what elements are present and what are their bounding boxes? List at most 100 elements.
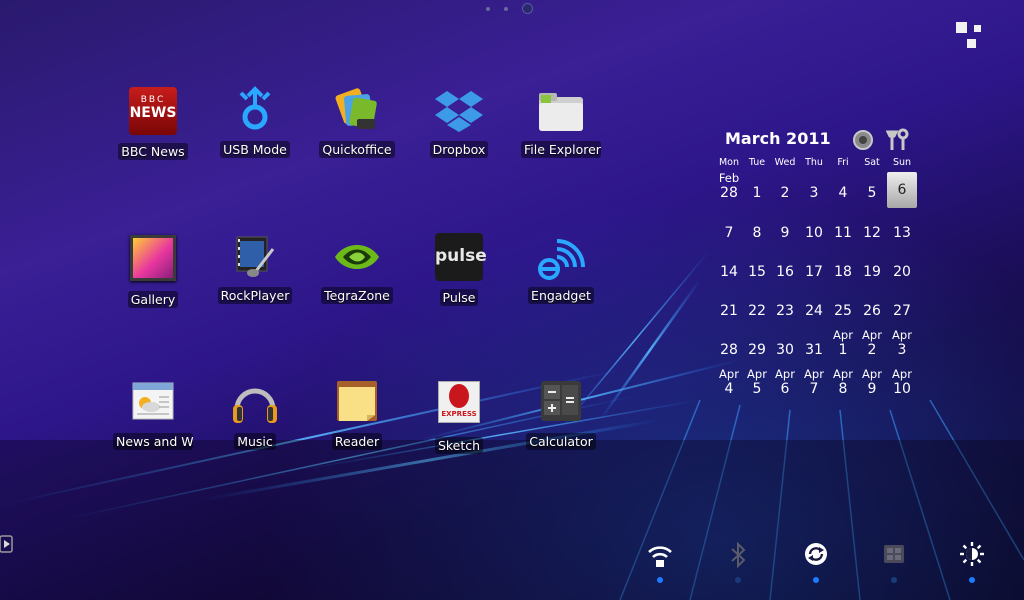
app-quickoffice[interactable]: Quickoffice xyxy=(305,85,409,162)
calendar-day[interactable]: Apr 10 xyxy=(887,368,917,398)
auto-sync-toggle[interactable] xyxy=(802,540,830,586)
calendar-day[interactable]: Apr 8 xyxy=(828,368,858,398)
calendar-day[interactable]: 2 xyxy=(770,185,800,201)
calendar-day[interactable]: 24 xyxy=(799,303,829,319)
page-dot-active[interactable] xyxy=(522,3,533,14)
bluetooth-toggle[interactable] xyxy=(724,540,752,586)
day-number: 1 xyxy=(838,342,848,358)
side-drawer-handle[interactable] xyxy=(0,534,16,554)
app-label: News and Weather xyxy=(113,433,193,450)
calendar-day[interactable]: 25 xyxy=(828,303,858,319)
brightness-icon xyxy=(960,542,984,566)
wifi-toggle[interactable] xyxy=(646,540,674,586)
calendar-day[interactable]: 18 xyxy=(828,264,858,280)
day-number: 2 xyxy=(780,185,790,201)
app-gallery[interactable]: Gallery xyxy=(101,231,205,312)
day-number: 19 xyxy=(863,264,881,280)
app-music[interactable]: Music xyxy=(203,377,307,454)
page-dot[interactable] xyxy=(486,6,490,11)
app-dropbox[interactable]: Dropbox xyxy=(407,85,511,162)
calendar-day[interactable]: 21 xyxy=(714,303,744,319)
bbc-news-icon: BBC NEWS xyxy=(127,87,179,139)
app-engadget[interactable]: Engadget xyxy=(509,231,613,308)
app-file-explorer[interactable]: File Explorer xyxy=(509,85,613,162)
calendar-day[interactable]: 10 xyxy=(799,225,829,241)
calendar-day-today[interactable]: 6 xyxy=(887,172,917,208)
brightness-toggle[interactable] xyxy=(958,540,986,586)
calculator-icon xyxy=(535,377,587,429)
app-usb-mode[interactable]: USB Mode xyxy=(203,85,307,162)
day-month-label: Feb xyxy=(718,171,740,185)
app-sketch[interactable]: EXPRESS Sketch xyxy=(407,377,511,458)
day-number: 2 xyxy=(867,342,877,358)
calendar-day[interactable]: Apr 9 xyxy=(857,368,887,398)
page-dot[interactable] xyxy=(504,6,508,11)
calendar-day[interactable]: 19 xyxy=(857,264,887,280)
calendar-day[interactable]: 28 xyxy=(714,342,744,358)
day-number: 5 xyxy=(867,185,877,201)
status-indicator xyxy=(969,577,975,583)
calendar-day[interactable]: 20 xyxy=(887,264,917,280)
calendar-day[interactable]: Apr 6 xyxy=(770,368,800,398)
app-news-and-weather[interactable]: News and Weather xyxy=(101,377,205,454)
calendar-day[interactable]: 5 xyxy=(857,185,887,201)
day-number: 6 xyxy=(897,182,907,198)
calendar-day[interactable]: 8 xyxy=(742,225,772,241)
day-number: 11 xyxy=(834,225,852,241)
calendar-day[interactable]: 26 xyxy=(857,303,887,319)
calendar-day[interactable]: 1 xyxy=(742,185,772,201)
calendar-day[interactable]: 30 xyxy=(770,342,800,358)
file-explorer-icon xyxy=(535,85,587,137)
day-number: 3 xyxy=(897,342,907,358)
weekday-label: Wed xyxy=(774,157,796,168)
day-month-label: Apr xyxy=(862,328,882,342)
calendar-day[interactable]: 3 xyxy=(799,185,829,201)
news-and-weather-icon xyxy=(127,377,179,429)
app-bbc-news[interactable]: BBC NEWS BBC News xyxy=(101,85,205,164)
day-number: 8 xyxy=(838,381,848,397)
calendar-day[interactable]: 22 xyxy=(742,303,772,319)
day-number: 7 xyxy=(724,225,734,241)
calendar-day[interactable]: 4 xyxy=(828,185,858,201)
sketch-express-icon: EXPRESS xyxy=(433,381,485,433)
calendar-day[interactable]: Apr 1 xyxy=(828,329,858,359)
day-number: 10 xyxy=(893,381,911,397)
day-number: 20 xyxy=(893,264,911,280)
timer-dial-icon[interactable] xyxy=(851,128,875,152)
calendar-day[interactable]: 7 xyxy=(714,225,744,241)
calendar-day[interactable]: 15 xyxy=(742,264,772,280)
reader-notepad-icon xyxy=(331,377,383,429)
calendar-day[interactable]: 29 xyxy=(742,342,772,358)
calendar-day[interactable]: Apr 7 xyxy=(799,368,829,398)
settings-tools-icon[interactable] xyxy=(885,128,910,152)
calendar-day[interactable]: Apr 3 xyxy=(887,329,917,359)
mobile-data-toggle[interactable] xyxy=(880,540,908,586)
app-label: Reader xyxy=(331,433,383,450)
calendar-day[interactable]: 31 xyxy=(799,342,829,358)
calendar-day[interactable]: 16 xyxy=(770,264,800,280)
calendar-day[interactable]: 27 xyxy=(887,303,917,319)
app-label: Quickoffice xyxy=(319,141,395,158)
calendar-day[interactable]: 9 xyxy=(770,225,800,241)
status-indicator xyxy=(735,577,741,583)
app-rockplayer[interactable]: RockPlayer xyxy=(203,231,307,308)
music-headphones-icon xyxy=(229,377,281,429)
calendar-day[interactable]: Apr 2 xyxy=(857,328,887,359)
calendar-day[interactable]: 23 xyxy=(770,303,800,319)
app-calculator[interactable]: Calculator xyxy=(509,377,613,454)
app-reader[interactable]: Reader xyxy=(305,377,409,454)
calendar-day[interactable]: Feb 28 xyxy=(714,171,744,202)
calendar-day[interactable]: 17 xyxy=(799,264,829,280)
apps-grid-icon xyxy=(956,22,967,33)
calendar-day[interactable]: 11 xyxy=(828,225,858,241)
calendar-day[interactable]: 14 xyxy=(714,264,744,280)
calendar-day[interactable]: 13 xyxy=(887,225,917,241)
app-tegrazone[interactable]: TegraZone xyxy=(305,231,409,308)
calendar-day[interactable]: Apr 4 xyxy=(714,367,744,398)
day-month-label: Apr xyxy=(719,367,739,381)
app-pulse[interactable]: pulse Pulse xyxy=(407,231,511,310)
calendar-day[interactable]: Apr 5 xyxy=(742,368,772,398)
app-label: Engadget xyxy=(528,287,594,304)
calendar-day[interactable]: 12 xyxy=(857,225,887,241)
all-apps-button[interactable] xyxy=(952,20,986,52)
